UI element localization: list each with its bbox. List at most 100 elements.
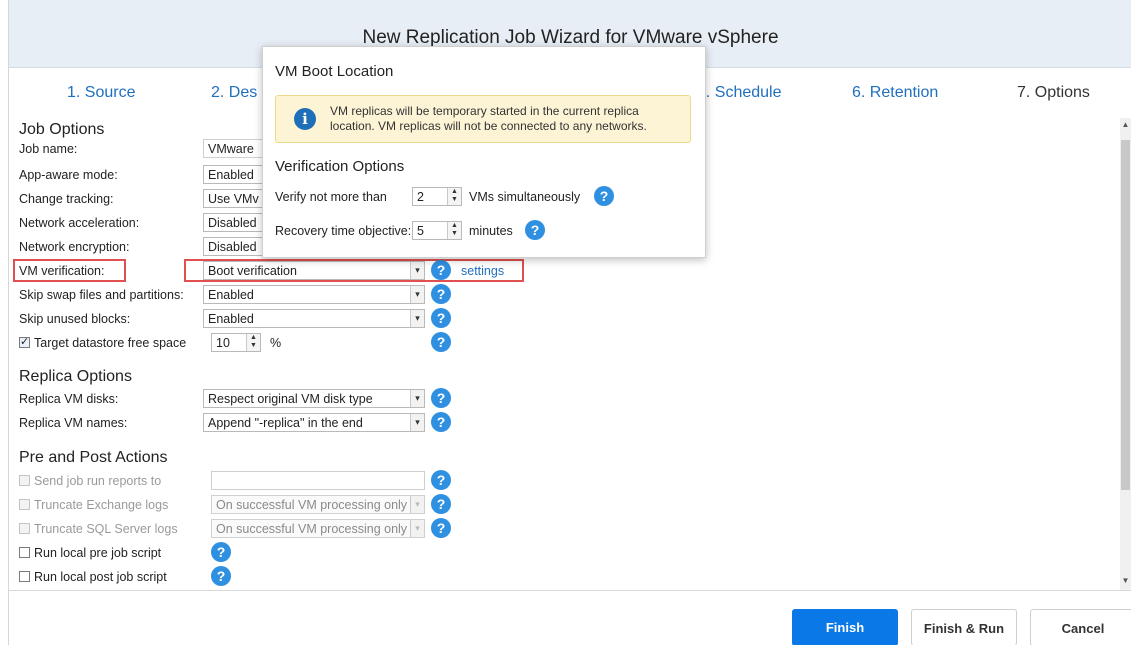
skip-unused-row: Skip unused blocks: Enabled ▾ ? (9, 308, 709, 330)
help-icon[interactable]: ? (211, 542, 231, 562)
verify-label: Verify not more than (275, 190, 387, 204)
truncate-sql-value: On successful VM processing only (216, 522, 408, 536)
target-datastore-spinner[interactable]: 10 ▲ ▼ (211, 333, 261, 352)
chevron-down-icon: ▾ (410, 262, 424, 279)
rto-spinner[interactable]: 5 ▲ ▼ (412, 221, 462, 240)
step-options[interactable]: 7. Options (1017, 84, 1090, 102)
replica-names-label: Replica VM names: (19, 416, 128, 430)
step-destination[interactable]: 2. Des (211, 84, 257, 102)
rto-unit: minutes (469, 224, 513, 238)
step-retention[interactable]: 6. Retention (852, 84, 938, 102)
truncate-exchange-row: Truncate Exchange logs On successful VM … (9, 494, 709, 516)
wizard-footer: Finish Finish & Run Cancel (9, 590, 1131, 645)
popup-title: VM Boot Location (275, 63, 394, 80)
send-reports-row: Send job run reports to ? (9, 470, 709, 492)
replica-options-title: Replica Options (19, 368, 132, 385)
help-icon[interactable]: ? (594, 186, 614, 206)
spinner-arrows-icon[interactable]: ▲ ▼ (447, 188, 461, 205)
cancel-button[interactable]: Cancel (1030, 609, 1131, 645)
help-icon[interactable]: ? (211, 566, 231, 586)
help-icon[interactable]: ? (431, 388, 451, 408)
step-source[interactable]: 1. Source (67, 84, 135, 102)
truncate-sql-checkbox[interactable] (19, 523, 30, 534)
change-tracking-label: Change tracking: (19, 192, 114, 206)
scroll-down-icon[interactable]: ▼ (1120, 576, 1131, 588)
app-aware-label: App-aware mode: (19, 168, 118, 182)
help-icon[interactable]: ? (431, 260, 451, 280)
truncate-exchange-select[interactable]: On successful VM processing only ▾ (211, 495, 425, 514)
help-icon[interactable]: ? (431, 518, 451, 538)
pre-script-checkbox[interactable] (19, 547, 30, 558)
network-encryption-label: Network encryption: (19, 240, 130, 254)
job-options-title: Job Options (19, 121, 105, 138)
replica-disks-row: Replica VM disks: Respect original VM di… (9, 388, 709, 410)
truncate-sql-row: Truncate SQL Server logs On successful V… (9, 518, 709, 540)
help-icon[interactable]: ? (431, 494, 451, 514)
post-script-row: Run local post job script ? (9, 566, 709, 588)
rto-row: Recovery time objective: (275, 224, 411, 238)
step-schedule[interactable]: 5. Schedule (697, 84, 782, 102)
finish-and-run-button[interactable]: Finish & Run (911, 609, 1017, 645)
finish-button[interactable]: Finish (792, 609, 898, 645)
replica-disks-label: Replica VM disks: (19, 392, 119, 406)
target-datastore-label: Target datastore free space (34, 336, 187, 350)
change-tracking-value: Use VMv (208, 192, 259, 206)
spinner-arrows-icon[interactable]: ▲ ▼ (447, 222, 461, 239)
chevron-down-icon: ▾ (410, 520, 424, 537)
help-icon[interactable]: ? (431, 332, 451, 352)
truncate-exchange-label: Truncate Exchange logs (34, 498, 169, 512)
spinner-arrows-icon[interactable]: ▲ ▼ (246, 334, 260, 351)
vm-verification-settings-link[interactable]: settings (461, 264, 504, 278)
pre-script-label: Run local pre job script (34, 546, 162, 560)
vm-verification-select[interactable]: Boot verification ▾ (203, 261, 425, 280)
truncate-sql-label: Truncate SQL Server logs (34, 522, 178, 536)
vm-verification-value: Boot verification (208, 264, 297, 278)
truncate-exchange-value: On successful VM processing only (216, 498, 408, 512)
network-acceleration-label: Network acceleration: (19, 216, 140, 230)
skip-swap-select[interactable]: Enabled ▾ (203, 285, 425, 304)
help-icon[interactable]: ? (431, 284, 451, 304)
scroll-up-icon[interactable]: ▲ (1120, 120, 1131, 132)
scrollbar-thumb[interactable] (1121, 140, 1130, 490)
help-icon[interactable]: ? (431, 308, 451, 328)
send-reports-label: Send job run reports to (34, 474, 162, 488)
info-box: i VM replicas will be temporary started … (275, 95, 691, 143)
send-reports-checkbox[interactable] (19, 475, 30, 486)
network-acceleration-value: Disabled (208, 216, 257, 230)
target-datastore-checkbox[interactable] (19, 335, 30, 348)
wizard-window: New Replication Job Wizard for VMware vS… (8, 0, 1131, 645)
verification-options-title: Verification Options (275, 158, 405, 175)
chevron-down-icon: ▾ (410, 310, 424, 327)
target-datastore-unit: % (270, 336, 282, 350)
vm-verification-label: VM verification: (19, 264, 105, 278)
replica-disks-select[interactable]: Respect original VM disk type ▾ (203, 389, 425, 408)
verify-unit: VMs simultaneously (469, 190, 581, 204)
job-name-label: Job name: (19, 142, 78, 156)
replica-names-select[interactable]: Append "-replica" in the end ▾ (203, 413, 425, 432)
chevron-down-icon: ▾ (410, 390, 424, 407)
verify-spinner[interactable]: 2 ▲ ▼ (412, 187, 462, 206)
chevron-down-icon: ▾ (410, 414, 424, 431)
rto-value: 5 (417, 224, 424, 238)
verify-value: 2 (417, 190, 424, 204)
rto-label: Recovery time objective: (275, 224, 412, 238)
network-encryption-value: Disabled (208, 240, 257, 254)
pre-script-row: Run local pre job script ? (9, 542, 709, 564)
target-datastore-value: 10 (216, 336, 230, 350)
chevron-down-icon: ▾ (410, 286, 424, 303)
send-reports-input[interactable] (211, 471, 425, 490)
skip-unused-select[interactable]: Enabled ▾ (203, 309, 425, 328)
post-script-checkbox[interactable] (19, 571, 30, 582)
help-icon[interactable]: ? (431, 470, 451, 490)
truncate-sql-select[interactable]: On successful VM processing only ▾ (211, 519, 425, 538)
help-icon[interactable]: ? (431, 412, 451, 432)
help-icon[interactable]: ? (525, 220, 545, 240)
vertical-scrollbar[interactable]: ▲ ▼ (1120, 118, 1131, 590)
replica-disks-value: Respect original VM disk type (208, 392, 373, 406)
target-datastore-row: Target datastore free space 10 ▲▼ % ? (9, 332, 709, 354)
skip-swap-value: Enabled (208, 288, 254, 302)
pre-post-title: Pre and Post Actions (19, 449, 168, 466)
replica-names-row: Replica VM names: Append "-replica" in t… (9, 412, 709, 434)
skip-unused-label: Skip unused blocks: (19, 312, 131, 326)
truncate-exchange-checkbox[interactable] (19, 499, 30, 510)
